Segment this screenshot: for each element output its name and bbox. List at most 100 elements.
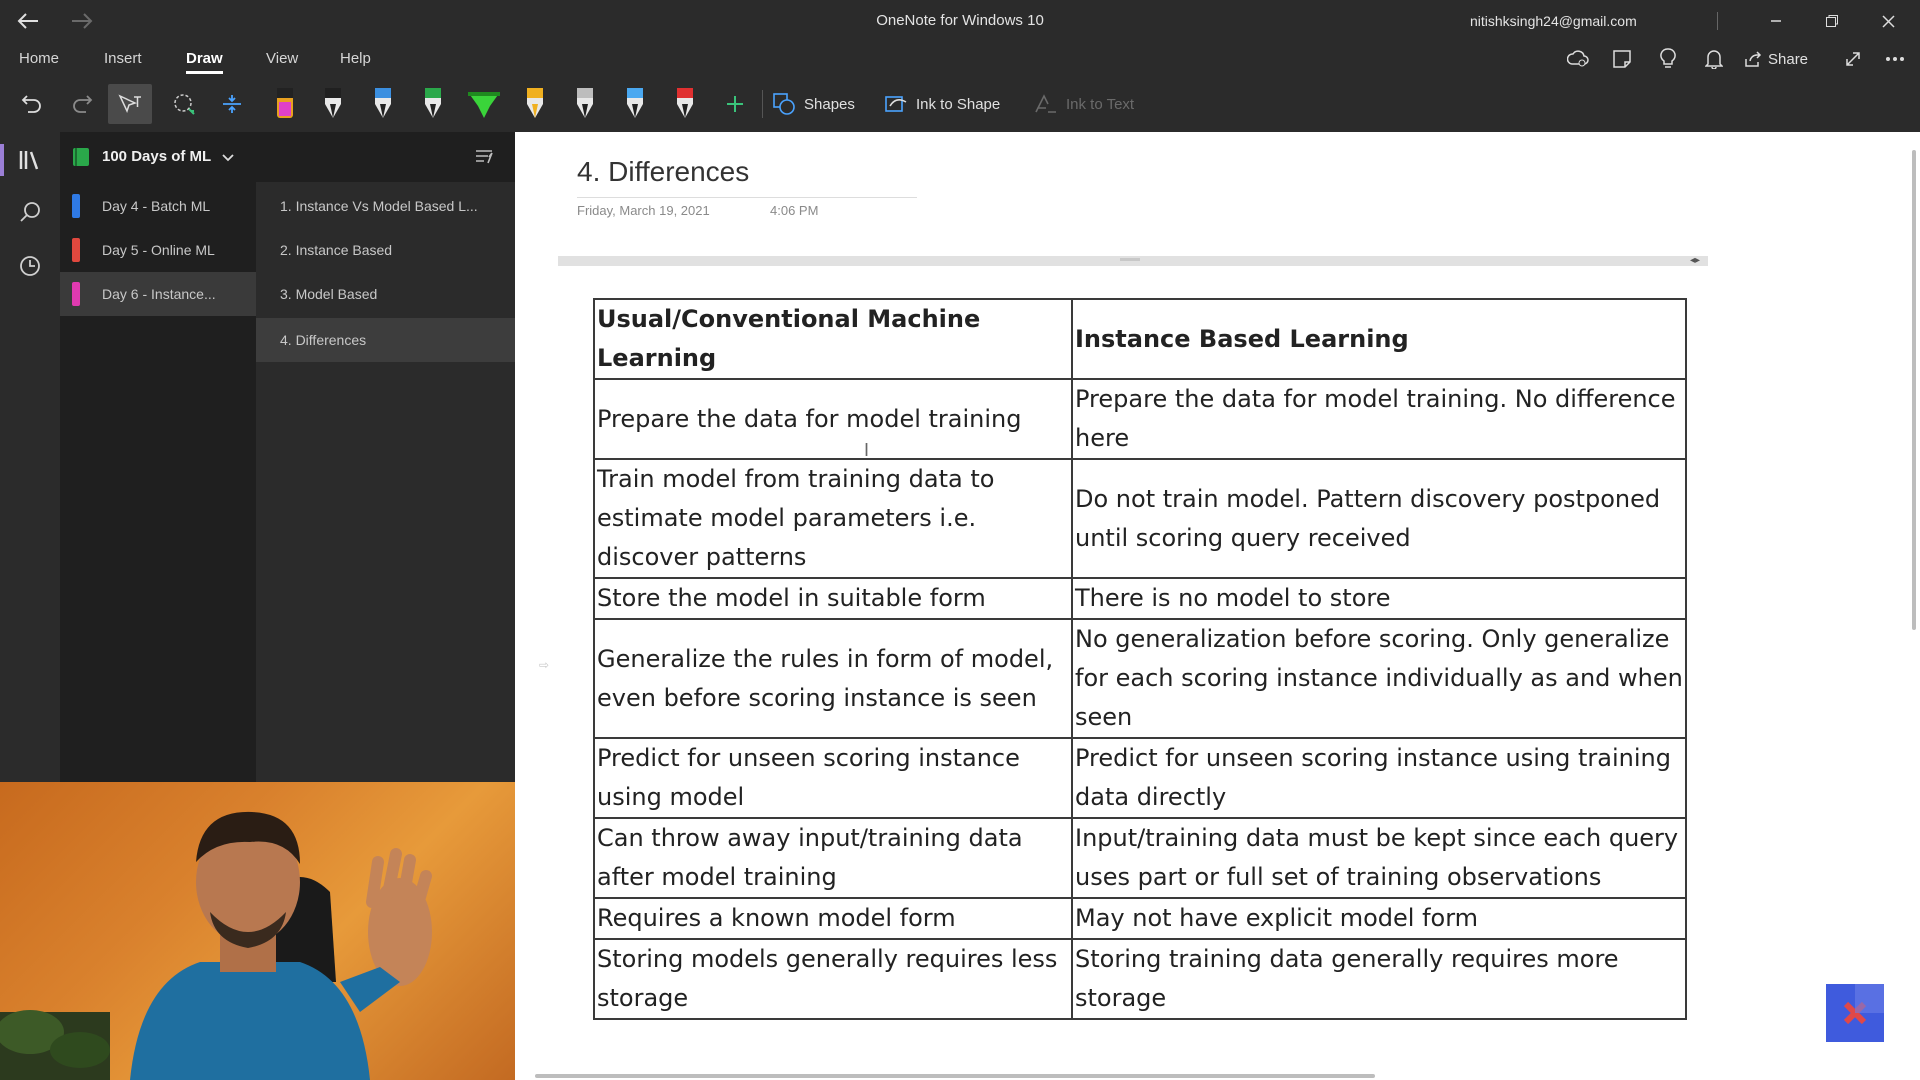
- table-cell[interactable]: Predict for unseen scoring instance usin…: [1071, 737, 1687, 819]
- table-row: Storing models generally requires less s…: [593, 938, 1687, 1020]
- restore-button[interactable]: [1812, 0, 1852, 42]
- shapes-button[interactable]: Shapes: [772, 84, 868, 124]
- add-space-icon[interactable]: [216, 84, 248, 124]
- table-cell[interactable]: Can throw away input/training data after…: [593, 817, 1073, 899]
- notebook-header: 100 Days of ML: [60, 132, 515, 182]
- title-bar: OneNote for Windows 10 nitishksingh24@gm…: [0, 0, 1920, 42]
- shapes-icon: [773, 93, 795, 115]
- ink-to-text-label: Ink to Text: [1066, 95, 1135, 113]
- horizontal-scrollbar[interactable]: [535, 1074, 1375, 1078]
- table-cell[interactable]: Train model from training data to estima…: [593, 458, 1073, 579]
- search-icon[interactable]: [14, 196, 46, 228]
- page-label: 4. Differences: [280, 332, 367, 348]
- notebooks-icon[interactable]: [14, 144, 46, 176]
- title-underline: [577, 197, 917, 198]
- container-resize-icon[interactable]: ◂▸: [1690, 256, 1700, 266]
- ink-to-shape-button[interactable]: Ink to Shape: [884, 84, 1014, 124]
- ink-to-text-button: Ink to Text: [1034, 84, 1154, 124]
- close-button[interactable]: [1868, 0, 1908, 42]
- lightbulb-icon[interactable]: [1652, 42, 1684, 76]
- minimize-button[interactable]: [1756, 0, 1796, 42]
- page-label: 3. Model Based: [280, 286, 378, 302]
- section-label: Day 4 - Batch ML: [102, 198, 211, 214]
- page-item[interactable]: 2. Instance Based: [256, 228, 515, 272]
- table-move-handle-icon[interactable]: ⇨: [539, 658, 553, 672]
- forward-arrow-icon[interactable]: [64, 0, 100, 42]
- pen-white-icon[interactable]: [568, 84, 602, 124]
- table-cell[interactable]: Generalize the rules in form of model, e…: [593, 618, 1073, 739]
- table-header-cell[interactable]: Instance Based Learning: [1071, 298, 1687, 380]
- notebook-name[interactable]: 100 Days of ML: [102, 132, 211, 182]
- pen-yellow-icon[interactable]: [518, 84, 552, 124]
- toolbar-divider: [762, 90, 763, 118]
- channel-logo-icon: [1826, 984, 1884, 1042]
- type-select-icon[interactable]: [108, 84, 152, 124]
- titlebar-divider: [1715, 0, 1719, 42]
- page-item[interactable]: 1. Instance Vs Model Based L...: [256, 184, 515, 228]
- tab-view[interactable]: View: [266, 42, 298, 76]
- draw-toolbar: Shapes Ink to Shape Ink to Text: [0, 76, 1920, 132]
- ink-to-shape-icon: [885, 96, 907, 112]
- tab-draw[interactable]: Draw: [186, 42, 223, 76]
- presenter-video-image: [0, 811, 432, 1080]
- table-cell[interactable]: Store the model in suitable form: [593, 577, 1073, 620]
- notebook-icon: [72, 147, 92, 167]
- section-item-selected[interactable]: Day 6 - Instance...: [60, 272, 256, 316]
- tab-insert[interactable]: Insert: [104, 42, 142, 76]
- more-options-icon[interactable]: [1880, 42, 1910, 76]
- section-item[interactable]: Day 4 - Batch ML: [60, 184, 256, 228]
- table-header-row: Usual/Conventional Machine Learning Inst…: [593, 298, 1687, 380]
- pages-pane: 1. Instance Vs Model Based L... 2. Insta…: [256, 182, 515, 782]
- page-item-selected[interactable]: 4. Differences: [256, 318, 515, 362]
- table-header-cell[interactable]: Usual/Conventional Machine Learning: [593, 298, 1073, 380]
- table-cell[interactable]: Prepare the data for model training. No …: [1071, 378, 1687, 460]
- page-item[interactable]: 3. Model Based: [256, 272, 515, 316]
- table-cell[interactable]: Prepare the data for model training: [593, 378, 1073, 460]
- page-time: 4:06 PM: [770, 203, 819, 218]
- back-arrow-icon[interactable]: [10, 0, 46, 42]
- page-title[interactable]: 4. Differences: [577, 156, 749, 188]
- bell-icon[interactable]: [1698, 42, 1730, 76]
- tab-home[interactable]: Home: [19, 42, 59, 76]
- page-label: 1. Instance Vs Model Based L...: [280, 198, 478, 214]
- sticky-notes-icon[interactable]: [1606, 42, 1638, 76]
- container-drag-handle[interactable]: [1120, 258, 1140, 261]
- highlighter-green-icon[interactable]: [462, 84, 506, 124]
- redo-icon[interactable]: [66, 84, 98, 124]
- table-cell[interactable]: Do not train model. Pattern discovery po…: [1071, 458, 1687, 579]
- share-button[interactable]: Share: [1744, 42, 1816, 76]
- table-cell[interactable]: Requires a known model form: [593, 897, 1073, 940]
- pen-black-icon[interactable]: [316, 84, 350, 124]
- sections-pane: Day 4 - Batch ML Day 5 - Online ML Day 6…: [60, 132, 256, 782]
- table-cell[interactable]: There is no model to store: [1071, 577, 1687, 620]
- pen-blue-icon[interactable]: [366, 84, 400, 124]
- chevron-down-icon[interactable]: [222, 150, 234, 168]
- sort-pages-icon[interactable]: [474, 147, 494, 172]
- table-cell[interactable]: Storing models generally requires less s…: [593, 938, 1073, 1020]
- pen-green-icon[interactable]: [416, 84, 450, 124]
- table-cell[interactable]: No generalization before scoring. Only g…: [1071, 618, 1687, 739]
- differences-table[interactable]: Usual/Conventional Machine Learning Inst…: [593, 298, 1687, 1020]
- ribbon-tabs: Home Insert Draw View Help Share: [0, 42, 1920, 76]
- pen-magenta-icon[interactable]: [268, 84, 302, 124]
- lasso-select-icon[interactable]: [168, 84, 200, 124]
- table-cell[interactable]: Storing training data generally requires…: [1071, 938, 1687, 1020]
- section-label: Day 5 - Online ML: [102, 242, 215, 258]
- table-cell[interactable]: Predict for unseen scoring instance usin…: [593, 737, 1073, 819]
- pen-lightblue-icon[interactable]: [618, 84, 652, 124]
- table-row: Can throw away input/training data after…: [593, 817, 1687, 899]
- table-cell[interactable]: May not have explicit model form: [1071, 897, 1687, 940]
- pen-red-icon[interactable]: [668, 84, 702, 124]
- recent-notes-icon[interactable]: [14, 250, 46, 282]
- account-name[interactable]: nitishksingh24@gmail.com: [1470, 0, 1637, 42]
- undo-icon[interactable]: [16, 84, 48, 124]
- sync-icon[interactable]: [1562, 42, 1594, 76]
- add-pen-icon[interactable]: [718, 84, 752, 124]
- section-color-tab: [72, 282, 80, 306]
- table-cell[interactable]: Input/training data must be kept since e…: [1071, 817, 1687, 899]
- vertical-scrollbar[interactable]: [1912, 150, 1916, 630]
- section-item[interactable]: Day 5 - Online ML: [60, 228, 256, 272]
- share-icon: [1745, 51, 1762, 67]
- tab-help[interactable]: Help: [340, 42, 371, 76]
- expand-icon[interactable]: [1838, 42, 1868, 76]
